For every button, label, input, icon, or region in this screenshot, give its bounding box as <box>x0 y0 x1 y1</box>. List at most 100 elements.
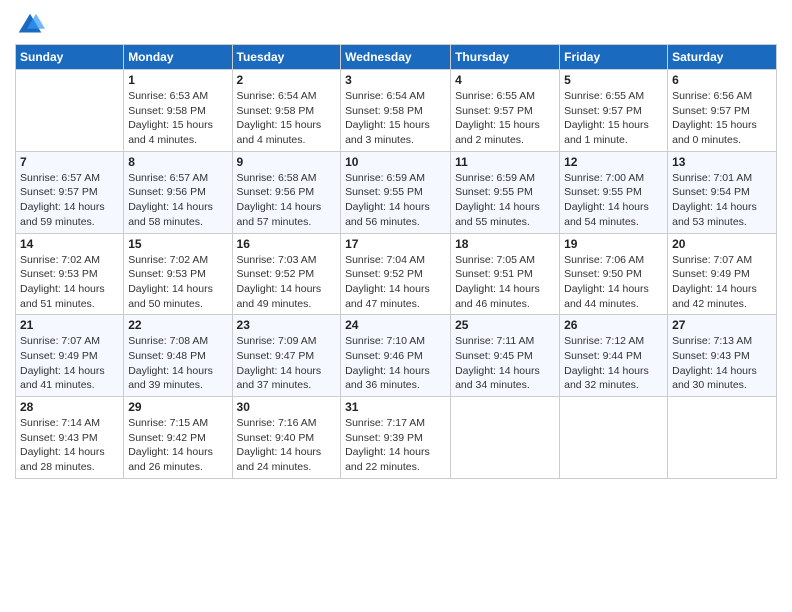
calendar-header-monday: Monday <box>124 45 232 70</box>
calendar-table: SundayMondayTuesdayWednesdayThursdayFrid… <box>15 44 777 479</box>
day-info: Sunrise: 7:10 AMSunset: 9:46 PMDaylight:… <box>345 334 446 393</box>
day-number: 21 <box>20 318 119 332</box>
day-info: Sunrise: 6:57 AMSunset: 9:57 PMDaylight:… <box>20 171 119 230</box>
logo-icon <box>15 10 45 40</box>
page-header <box>15 10 777 40</box>
calendar-cell: 30 Sunrise: 7:16 AMSunset: 9:40 PMDaylig… <box>232 397 341 479</box>
calendar-cell: 25 Sunrise: 7:11 AMSunset: 9:45 PMDaylig… <box>451 315 560 397</box>
calendar-cell: 16 Sunrise: 7:03 AMSunset: 9:52 PMDaylig… <box>232 233 341 315</box>
day-info: Sunrise: 6:57 AMSunset: 9:56 PMDaylight:… <box>128 171 227 230</box>
day-info: Sunrise: 7:15 AMSunset: 9:42 PMDaylight:… <box>128 416 227 475</box>
calendar-cell <box>16 70 124 152</box>
calendar-cell: 31 Sunrise: 7:17 AMSunset: 9:39 PMDaylig… <box>341 397 451 479</box>
day-number: 8 <box>128 155 227 169</box>
day-info: Sunrise: 6:53 AMSunset: 9:58 PMDaylight:… <box>128 89 227 148</box>
calendar-header-friday: Friday <box>560 45 668 70</box>
day-info: Sunrise: 7:04 AMSunset: 9:52 PMDaylight:… <box>345 253 446 312</box>
calendar-cell: 18 Sunrise: 7:05 AMSunset: 9:51 PMDaylig… <box>451 233 560 315</box>
calendar-cell: 29 Sunrise: 7:15 AMSunset: 9:42 PMDaylig… <box>124 397 232 479</box>
day-number: 27 <box>672 318 772 332</box>
day-number: 23 <box>237 318 337 332</box>
calendar-cell: 21 Sunrise: 7:07 AMSunset: 9:49 PMDaylig… <box>16 315 124 397</box>
day-number: 7 <box>20 155 119 169</box>
day-info: Sunrise: 7:01 AMSunset: 9:54 PMDaylight:… <box>672 171 772 230</box>
calendar-cell <box>668 397 777 479</box>
calendar-cell: 19 Sunrise: 7:06 AMSunset: 9:50 PMDaylig… <box>560 233 668 315</box>
calendar-week-2: 7 Sunrise: 6:57 AMSunset: 9:57 PMDayligh… <box>16 151 777 233</box>
calendar-cell <box>560 397 668 479</box>
calendar-cell: 15 Sunrise: 7:02 AMSunset: 9:53 PMDaylig… <box>124 233 232 315</box>
calendar-week-3: 14 Sunrise: 7:02 AMSunset: 9:53 PMDaylig… <box>16 233 777 315</box>
calendar-cell: 4 Sunrise: 6:55 AMSunset: 9:57 PMDayligh… <box>451 70 560 152</box>
day-info: Sunrise: 7:13 AMSunset: 9:43 PMDaylight:… <box>672 334 772 393</box>
day-info: Sunrise: 7:16 AMSunset: 9:40 PMDaylight:… <box>237 416 337 475</box>
calendar-week-4: 21 Sunrise: 7:07 AMSunset: 9:49 PMDaylig… <box>16 315 777 397</box>
day-number: 9 <box>237 155 337 169</box>
day-info: Sunrise: 7:02 AMSunset: 9:53 PMDaylight:… <box>128 253 227 312</box>
day-number: 25 <box>455 318 555 332</box>
calendar-header-sunday: Sunday <box>16 45 124 70</box>
calendar-cell: 2 Sunrise: 6:54 AMSunset: 9:58 PMDayligh… <box>232 70 341 152</box>
day-info: Sunrise: 7:08 AMSunset: 9:48 PMDaylight:… <box>128 334 227 393</box>
calendar-cell: 6 Sunrise: 6:56 AMSunset: 9:57 PMDayligh… <box>668 70 777 152</box>
day-info: Sunrise: 7:02 AMSunset: 9:53 PMDaylight:… <box>20 253 119 312</box>
day-number: 14 <box>20 237 119 251</box>
day-info: Sunrise: 6:54 AMSunset: 9:58 PMDaylight:… <box>345 89 446 148</box>
calendar-week-1: 1 Sunrise: 6:53 AMSunset: 9:58 PMDayligh… <box>16 70 777 152</box>
logo <box>15 10 49 40</box>
calendar-cell: 3 Sunrise: 6:54 AMSunset: 9:58 PMDayligh… <box>341 70 451 152</box>
day-number: 6 <box>672 73 772 87</box>
day-number: 17 <box>345 237 446 251</box>
day-info: Sunrise: 6:58 AMSunset: 9:56 PMDaylight:… <box>237 171 337 230</box>
day-info: Sunrise: 6:56 AMSunset: 9:57 PMDaylight:… <box>672 89 772 148</box>
calendar-cell: 1 Sunrise: 6:53 AMSunset: 9:58 PMDayligh… <box>124 70 232 152</box>
calendar-header-thursday: Thursday <box>451 45 560 70</box>
calendar-header-row: SundayMondayTuesdayWednesdayThursdayFrid… <box>16 45 777 70</box>
day-number: 16 <box>237 237 337 251</box>
day-number: 12 <box>564 155 663 169</box>
calendar-header-tuesday: Tuesday <box>232 45 341 70</box>
day-info: Sunrise: 7:07 AMSunset: 9:49 PMDaylight:… <box>672 253 772 312</box>
calendar-cell: 24 Sunrise: 7:10 AMSunset: 9:46 PMDaylig… <box>341 315 451 397</box>
day-number: 28 <box>20 400 119 414</box>
day-info: Sunrise: 6:59 AMSunset: 9:55 PMDaylight:… <box>455 171 555 230</box>
day-number: 4 <box>455 73 555 87</box>
day-info: Sunrise: 7:12 AMSunset: 9:44 PMDaylight:… <box>564 334 663 393</box>
day-info: Sunrise: 6:55 AMSunset: 9:57 PMDaylight:… <box>455 89 555 148</box>
day-number: 20 <box>672 237 772 251</box>
day-number: 31 <box>345 400 446 414</box>
calendar-cell: 20 Sunrise: 7:07 AMSunset: 9:49 PMDaylig… <box>668 233 777 315</box>
day-info: Sunrise: 6:54 AMSunset: 9:58 PMDaylight:… <box>237 89 337 148</box>
calendar-cell: 11 Sunrise: 6:59 AMSunset: 9:55 PMDaylig… <box>451 151 560 233</box>
calendar-header-wednesday: Wednesday <box>341 45 451 70</box>
day-number: 26 <box>564 318 663 332</box>
day-info: Sunrise: 7:00 AMSunset: 9:55 PMDaylight:… <box>564 171 663 230</box>
day-number: 29 <box>128 400 227 414</box>
calendar-cell: 8 Sunrise: 6:57 AMSunset: 9:56 PMDayligh… <box>124 151 232 233</box>
day-info: Sunrise: 7:03 AMSunset: 9:52 PMDaylight:… <box>237 253 337 312</box>
day-number: 30 <box>237 400 337 414</box>
day-number: 13 <box>672 155 772 169</box>
day-number: 15 <box>128 237 227 251</box>
day-number: 10 <box>345 155 446 169</box>
day-info: Sunrise: 7:09 AMSunset: 9:47 PMDaylight:… <box>237 334 337 393</box>
day-info: Sunrise: 7:11 AMSunset: 9:45 PMDaylight:… <box>455 334 555 393</box>
calendar-cell <box>451 397 560 479</box>
day-info: Sunrise: 7:05 AMSunset: 9:51 PMDaylight:… <box>455 253 555 312</box>
calendar-cell: 27 Sunrise: 7:13 AMSunset: 9:43 PMDaylig… <box>668 315 777 397</box>
day-number: 18 <box>455 237 555 251</box>
calendar-cell: 26 Sunrise: 7:12 AMSunset: 9:44 PMDaylig… <box>560 315 668 397</box>
calendar-cell: 12 Sunrise: 7:00 AMSunset: 9:55 PMDaylig… <box>560 151 668 233</box>
day-info: Sunrise: 6:55 AMSunset: 9:57 PMDaylight:… <box>564 89 663 148</box>
calendar-week-5: 28 Sunrise: 7:14 AMSunset: 9:43 PMDaylig… <box>16 397 777 479</box>
calendar-cell: 9 Sunrise: 6:58 AMSunset: 9:56 PMDayligh… <box>232 151 341 233</box>
calendar-cell: 17 Sunrise: 7:04 AMSunset: 9:52 PMDaylig… <box>341 233 451 315</box>
calendar-cell: 5 Sunrise: 6:55 AMSunset: 9:57 PMDayligh… <box>560 70 668 152</box>
day-number: 22 <box>128 318 227 332</box>
day-number: 3 <box>345 73 446 87</box>
day-info: Sunrise: 7:07 AMSunset: 9:49 PMDaylight:… <box>20 334 119 393</box>
day-info: Sunrise: 7:06 AMSunset: 9:50 PMDaylight:… <box>564 253 663 312</box>
day-info: Sunrise: 7:14 AMSunset: 9:43 PMDaylight:… <box>20 416 119 475</box>
day-number: 11 <box>455 155 555 169</box>
day-number: 5 <box>564 73 663 87</box>
